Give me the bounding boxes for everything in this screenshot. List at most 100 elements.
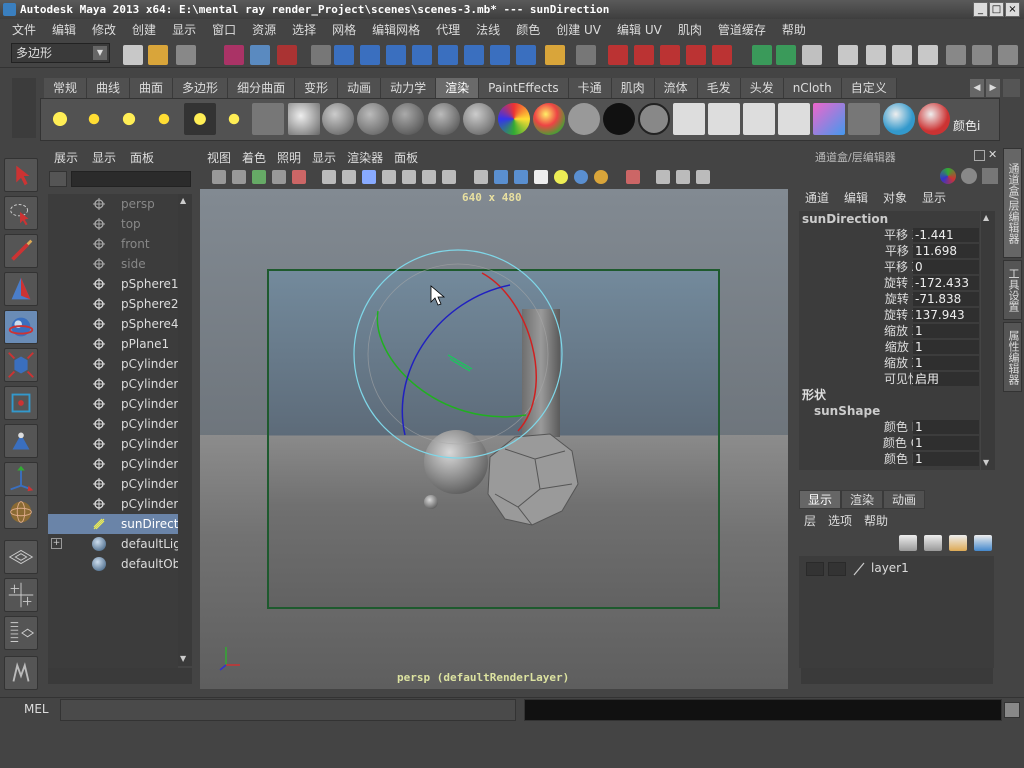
smooth-shade-icon[interactable] — [494, 170, 508, 184]
make-live-icon[interactable] — [712, 45, 732, 65]
menu-modify[interactable]: 修改 — [84, 21, 124, 38]
menu-normals[interactable]: 法线 — [468, 21, 508, 38]
outliner-search-input[interactable] — [71, 171, 191, 187]
layer-menu-options[interactable]: 选项 — [828, 512, 852, 529]
isolate-select-icon[interactable] — [626, 170, 640, 184]
select-by-hierarchy-icon[interactable] — [224, 45, 244, 65]
menu-pipeline-cache[interactable]: 管道缓存 — [710, 21, 774, 38]
input-history-icon[interactable] — [752, 45, 772, 65]
cb-channel-translate-y[interactable]: 平移 Y 11.698 — [799, 243, 980, 259]
cb-channel-color-r[interactable]: 颜色 R1 — [799, 419, 980, 435]
bookmarks-icon[interactable] — [252, 170, 266, 184]
menu-create[interactable]: 创建 — [124, 21, 164, 38]
move-tool-icon[interactable] — [4, 272, 38, 306]
layered-shader-icon[interactable] — [533, 103, 565, 135]
cb-value-rotate-y[interactable]: -71.838 — [913, 292, 979, 306]
wireframe-icon[interactable] — [474, 170, 488, 184]
layer-visibility-toggle[interactable] — [806, 562, 824, 576]
menu-create-uv[interactable]: 创建 UV — [548, 21, 609, 38]
field-chart-icon[interactable] — [402, 170, 416, 184]
snap-to-points-icon[interactable] — [660, 45, 680, 65]
menu-display[interactable]: 显示 — [164, 21, 204, 38]
layer-menu-help[interactable]: 帮助 — [864, 512, 888, 529]
shelf-scroll-left-icon[interactable]: ◀ — [970, 79, 984, 97]
outliner-item[interactable]: pSphere2 — [48, 294, 178, 314]
hypershade-icon[interactable] — [813, 103, 845, 135]
toggle-channel-box-icon[interactable] — [998, 45, 1018, 65]
2d-pan-zoom-icon[interactable] — [292, 170, 306, 184]
select-dynamics-icon[interactable] — [464, 45, 484, 65]
ipr-render-shelf-icon[interactable] — [708, 103, 740, 135]
shadows-icon[interactable] — [574, 170, 588, 184]
surface-shader-icon[interactable] — [568, 103, 600, 135]
menu-file[interactable]: 文件 — [4, 21, 44, 38]
layer-display-type-toggle[interactable] — [828, 562, 846, 576]
point-light-icon[interactable] — [113, 103, 145, 135]
blinn-material-icon[interactable] — [322, 103, 354, 135]
outliner-item[interactable]: pCylinder9 — [48, 494, 178, 514]
menu-help[interactable]: 帮助 — [774, 21, 814, 38]
side-tab-channel-box[interactable]: 通道盒/层编辑器 — [1003, 148, 1022, 258]
cb-channel-scale-y[interactable]: 缩放 Y1 — [799, 339, 980, 355]
manipulator-toggle-icon[interactable] — [940, 168, 956, 184]
hyperbolic-toggle-icon[interactable] — [982, 168, 998, 184]
lock-selection-icon[interactable] — [545, 45, 565, 65]
phonge-material-icon[interactable] — [428, 103, 460, 135]
camera-icon[interactable] — [252, 103, 284, 135]
select-handles-icon[interactable] — [334, 45, 354, 65]
channel-box-scrollbar[interactable] — [981, 211, 995, 470]
show-manipulator-tool-icon[interactable] — [4, 462, 38, 496]
cb-value-scale-z[interactable]: 1 — [913, 356, 979, 370]
cb-value-translate-y[interactable]: 11.698 — [913, 244, 979, 258]
faceted-sphere-object[interactable] — [487, 433, 579, 526]
move-layer-up-icon[interactable] — [899, 535, 917, 551]
cb-shape-name[interactable]: sunShape — [799, 403, 980, 419]
outliner-item[interactable]: + defaultLightSet — [48, 534, 178, 554]
highlight-selection-icon[interactable] — [576, 45, 596, 65]
cb-value-color-b[interactable]: 1 — [913, 452, 979, 466]
open-scene-icon[interactable] — [148, 45, 168, 65]
outliner-item[interactable]: top — [48, 214, 178, 234]
ambient-light-icon[interactable] — [44, 103, 76, 135]
menu-edit-uv[interactable]: 编辑 UV — [609, 21, 670, 38]
single-perspective-view-icon[interactable] — [4, 540, 38, 574]
cb-value-rotate-z[interactable]: 137.943 — [913, 308, 979, 322]
shelf-tab-rendering[interactable]: 渲染 — [436, 78, 480, 98]
layer-tab-display[interactable]: 显示 — [799, 490, 842, 509]
shelf-editor-handle[interactable] — [12, 78, 36, 138]
select-deformations-icon[interactable] — [438, 45, 458, 65]
cb-scroll-up-icon[interactable]: ▲ — [983, 213, 989, 222]
cb-menu-show[interactable]: 显示 — [917, 189, 946, 206]
render-globals-icon[interactable] — [778, 103, 810, 135]
select-surfaces-icon[interactable] — [412, 45, 432, 65]
render-layers-icon[interactable] — [848, 103, 880, 135]
rotate-tool-icon[interactable] — [4, 310, 38, 344]
select-joints-icon[interactable] — [360, 45, 380, 65]
outliner-item[interactable]: pCylinder5 — [48, 414, 178, 434]
shelf-scroll-right-icon[interactable]: ▶ — [986, 79, 1000, 97]
close-button[interactable]: × — [1005, 2, 1020, 17]
float-panel-icon[interactable] — [974, 150, 985, 161]
directional-light-icon[interactable] — [78, 103, 110, 135]
command-input[interactable] — [60, 699, 516, 721]
shelf-tab-ncloth[interactable]: nCloth — [783, 78, 842, 98]
shelf-tab-toon[interactable]: 卡通 — [568, 78, 612, 98]
spot-light-icon[interactable] — [148, 103, 180, 135]
outliner-item[interactable]: persp — [48, 194, 178, 214]
cb-channel-rotate-y[interactable]: 旋转 Y -71.838 — [799, 291, 980, 307]
area-light-icon[interactable] — [184, 103, 216, 135]
viewport-menu-view[interactable]: 视图 — [200, 149, 231, 167]
menu-muscle[interactable]: 肌肉 — [670, 21, 710, 38]
cb-value-scale-y[interactable]: 1 — [913, 340, 979, 354]
outliner-item[interactable]: defaultObjectSet — [48, 554, 178, 574]
menu-select[interactable]: 选择 — [284, 21, 324, 38]
outliner-item[interactable]: pCylinder3 — [48, 374, 178, 394]
shelf-tab-curves[interactable]: 曲线 — [87, 78, 131, 98]
viewport-menu-lighting[interactable]: 照明 — [270, 149, 301, 167]
hud-icon[interactable] — [696, 170, 710, 184]
ambient-occlusion-icon[interactable] — [594, 170, 608, 184]
cb-value-rotate-x[interactable]: -172.433 — [913, 276, 979, 290]
render-settings-icon[interactable] — [918, 45, 938, 65]
layer-tab-anim[interactable]: 动画 — [883, 490, 926, 509]
script-editor-icon[interactable] — [1004, 702, 1020, 718]
